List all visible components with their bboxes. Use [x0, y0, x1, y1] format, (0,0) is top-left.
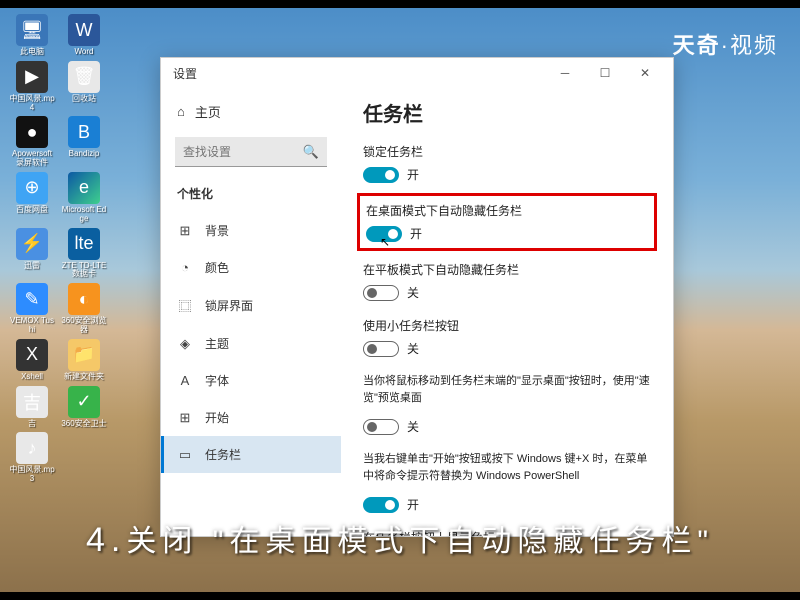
- desktop-icon[interactable]: lteZTE TD-LTE 数据卡: [60, 228, 108, 280]
- setting-description: 当你将鼠标移动到任务栏末端的"显示桌面"按钮时，使用"速览"预览桌面: [363, 373, 651, 406]
- desktop-icon[interactable]: WWord: [60, 14, 108, 57]
- nav-label: 锁屏界面: [205, 297, 253, 314]
- nav-label: 字体: [205, 372, 229, 389]
- desktop-icon[interactable]: ✎VEMOX Tushi: [8, 283, 56, 335]
- desktop-icon[interactable]: eMicrosoft Edge: [60, 172, 108, 224]
- desktop-icon[interactable]: XXshell: [8, 339, 56, 382]
- page-title: 任务栏: [363, 98, 651, 127]
- nav-icon: ⿴: [177, 296, 193, 315]
- setting-label: 锁定任务栏: [363, 143, 651, 160]
- settings-sidebar: ⌂ 主页 🔍 个性化 ⊞ 背景 ◔ 颜色⿴锁屏界面 ◈ 主题 A 字体 ⊞ 开始 ▭ 任务栏: [161, 88, 341, 536]
- nav-label: 背景: [205, 222, 229, 239]
- nav-icon: A: [177, 373, 193, 388]
- nav-label: 颜色: [205, 259, 229, 276]
- nav-item-字体[interactable]: A 字体: [161, 362, 341, 399]
- search-icon: 🔍: [303, 144, 319, 160]
- toggle-3[interactable]: 关: [363, 340, 651, 357]
- desktop-icon[interactable]: ▶中国风景.mp4: [8, 61, 56, 113]
- nav-item-背景[interactable]: ⊞ 背景: [161, 212, 341, 249]
- nav-item-任务栏[interactable]: ▭ 任务栏: [161, 436, 341, 473]
- toggle-powershell[interactable]: 开: [363, 496, 651, 513]
- desktop-icon[interactable]: 🖥此电脑: [8, 14, 56, 57]
- home-button[interactable]: ⌂ 主页: [161, 94, 341, 129]
- toggle-peek[interactable]: 关: [363, 418, 651, 435]
- nav-icon: ⊞: [177, 223, 193, 239]
- desktop-icon[interactable]: 🗑回收站: [60, 61, 108, 104]
- nav-label: 任务栏: [205, 446, 241, 463]
- settings-content: 任务栏 锁定任务栏 开 在桌面模式下自动隐藏任务栏 开 ↖ 在平板模式下自动隐藏…: [341, 88, 673, 536]
- nav-label: 主题: [205, 335, 229, 352]
- video-caption: 4.关闭 "在桌面模式下自动隐藏任务栏": [0, 516, 800, 560]
- titlebar: 设置 ─ ☐ ✕: [161, 58, 673, 88]
- nav-icon: ◔: [177, 260, 193, 275]
- minimize-button[interactable]: ─: [545, 58, 585, 88]
- nav-item-主题[interactable]: ◈ 主题: [161, 325, 341, 362]
- desktop-icon[interactable]: ♪中国风景.mp3: [8, 432, 56, 484]
- nav-icon: ▭: [177, 447, 193, 463]
- toggle-0[interactable]: 开: [363, 166, 651, 183]
- setting-label: 在桌面模式下自动隐藏任务栏: [366, 202, 648, 219]
- nav-icon: ◈: [177, 336, 193, 352]
- setting-label: 在平板模式下自动隐藏任务栏: [363, 261, 651, 278]
- toggle-2[interactable]: 关: [363, 284, 651, 301]
- desktop-icons: 🖥此电脑WWord▶中国风景.mp4🗑回收站●Apowersoft录屏软件BBa…: [6, 12, 116, 486]
- settings-window: 设置 ─ ☐ ✕ ⌂ 主页 🔍 个性化 ⊞ 背景 ◔ 颜色⿴锁屏界面 ◈ 主题 A 字体 ⊞ 开始…: [160, 57, 674, 537]
- desktop-icon[interactable]: ●Apowersoft录屏软件: [8, 116, 56, 168]
- desktop-icon[interactable]: BBandizip: [60, 116, 108, 159]
- desktop-icon[interactable]: ✓360安全卫士: [60, 386, 108, 429]
- desktop-icon[interactable]: ⚡迅雷: [8, 228, 56, 271]
- home-icon: ⌂: [177, 104, 185, 119]
- desktop-icon[interactable]: ◐360安全浏览器: [60, 283, 108, 335]
- nav-item-开始[interactable]: ⊞ 开始: [161, 399, 341, 436]
- search-box: 🔍: [175, 137, 327, 167]
- video-watermark: 天奇·视频: [673, 28, 778, 60]
- nav-item-颜色[interactable]: ◔ 颜色: [161, 249, 341, 286]
- maximize-button[interactable]: ☐: [585, 58, 625, 88]
- setting-description: 当我右键单击"开始"按钮或按下 Windows 键+X 时，在菜单中将命令提示符…: [363, 451, 651, 484]
- desktop-icon[interactable]: ⊕百度网盘: [8, 172, 56, 215]
- desktop-icon[interactable]: 吉吉: [8, 386, 56, 429]
- home-label: 主页: [195, 102, 221, 121]
- window-title: 设置: [169, 65, 545, 82]
- nav-label: 开始: [205, 409, 229, 426]
- desktop-icon[interactable]: 📁新建文件夹: [60, 339, 108, 382]
- section-header: 个性化: [161, 179, 341, 210]
- toggle-1[interactable]: 开 ↖: [366, 225, 648, 242]
- close-button[interactable]: ✕: [625, 58, 665, 88]
- setting-label: 使用小任务栏按钮: [363, 317, 651, 334]
- nav-item-锁屏界面[interactable]: ⿴锁屏界面: [161, 286, 341, 325]
- nav-icon: ⊞: [177, 410, 193, 426]
